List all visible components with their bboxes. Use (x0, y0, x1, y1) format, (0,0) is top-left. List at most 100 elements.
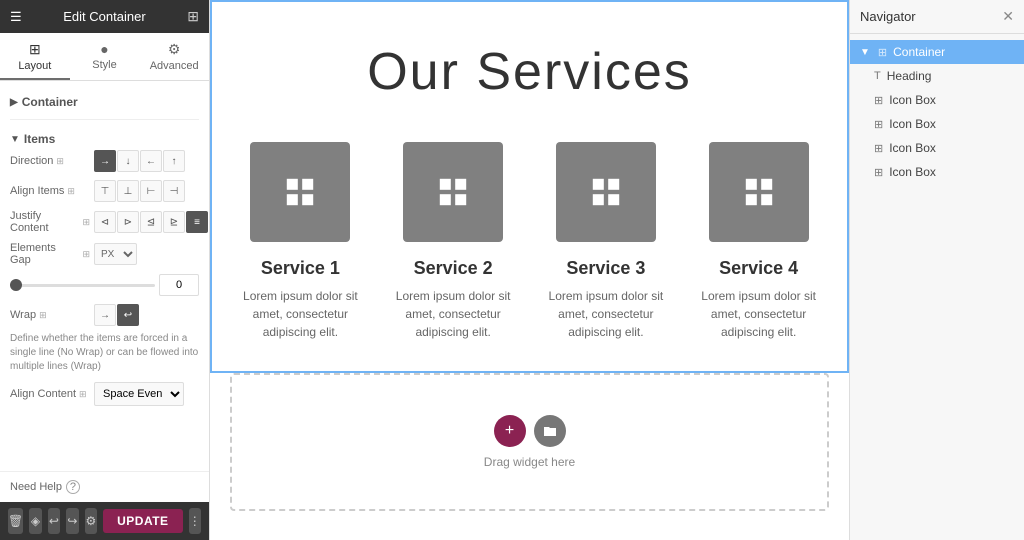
justify-space-evenly-btn[interactable]: ≡ (186, 211, 208, 233)
gap-slider[interactable] (10, 284, 155, 287)
navigator-title: Navigator (860, 9, 916, 24)
drop-zone-buttons: + (494, 415, 566, 447)
panel-title: Edit Container (63, 9, 145, 24)
service-icon-4 (737, 170, 781, 214)
direction-controls: → ↓ ← ↑ (94, 150, 185, 172)
need-help[interactable]: Need Help ? (0, 471, 209, 502)
service-desc-2: Lorem ipsum dolor sit amet, consectetur … (385, 287, 522, 341)
no-wrap-btn[interactable]: → (94, 304, 116, 326)
help-icon: ? (66, 480, 80, 494)
align-center-btn[interactable]: ⊥ (117, 180, 139, 202)
direction-right-btn[interactable]: → (94, 150, 116, 172)
service-icon-box-3 (556, 142, 656, 242)
drop-zone[interactable]: + Drag widget here (230, 373, 829, 511)
nav-item-iconbox-3[interactable]: ⊞ Icon Box (850, 136, 1024, 160)
grid-icon[interactable]: ⊞ (187, 8, 199, 25)
layout-icon: ⊞ (4, 41, 66, 58)
panel-tabs: ⊞ Layout ● Style ⚙ Advanced (0, 33, 209, 81)
update-btn[interactable]: UPDATE (103, 509, 182, 533)
browse-widget-btn[interactable] (534, 415, 566, 447)
style-icon: ● (74, 41, 136, 57)
justify-space-between-btn[interactable]: ⊵ (163, 211, 185, 233)
redo-btn[interactable]: ↪ (66, 508, 78, 534)
nav-iconbox3-icon: ⊞ (874, 142, 883, 155)
settings-btn[interactable]: ⚙ (85, 508, 97, 534)
gap-info: ⊞ (82, 249, 90, 260)
direction-info: ⊞ (56, 156, 64, 167)
justify-start-btn[interactable]: ⊲ (94, 211, 116, 233)
justify-center-btn[interactable]: ⊳ (117, 211, 139, 233)
undo-btn[interactable]: ↩ (48, 508, 60, 534)
justify-content-row: Justify Content ⊞ ⊲ ⊳ ⊴ ⊵ ≡ ⊶ (10, 210, 199, 234)
tab-advanced[interactable]: ⚙ Advanced (139, 33, 209, 80)
service-icon-1 (278, 170, 322, 214)
service-desc-3: Lorem ipsum dolor sit amet, consectetur … (538, 287, 675, 341)
nav-item-iconbox-4[interactable]: ⊞ Icon Box (850, 160, 1024, 184)
gap-unit-select[interactable]: PX % VW (94, 243, 137, 265)
align-info: ⊞ (67, 186, 75, 197)
wrap-btn[interactable]: ↩ (117, 304, 139, 326)
align-content-select[interactable]: Space Evenly Flex Start Flex End Center … (94, 382, 184, 406)
left-panel: ☰ Edit Container ⊞ ⊞ Layout ● Style ⚙ Ad… (0, 0, 210, 540)
service-item-3: Service 3 Lorem ipsum dolor sit amet, co… (538, 142, 675, 341)
wrap-row: Wrap ⊞ → ↩ (10, 304, 199, 326)
gap-slider-row (10, 274, 199, 296)
advanced-icon: ⚙ (143, 41, 205, 58)
direction-left-btn[interactable]: ← (140, 150, 162, 172)
services-section[interactable]: + ⊞ ✕ Our Services Service 1 (210, 0, 849, 373)
service-item-4: Service 4 Lorem ipsum dolor sit amet, co… (690, 142, 827, 341)
service-name-2: Service 2 (385, 258, 522, 279)
align-controls: ⊤ ⊥ ⊢ ⊣ (94, 180, 185, 202)
service-name-1: Service 1 (232, 258, 369, 279)
nav-container-icon: ⊞ (878, 46, 887, 59)
service-icon-2 (431, 170, 475, 214)
panel-header: ☰ Edit Container ⊞ (0, 0, 209, 33)
delete-btn[interactable]: 🗑 (8, 508, 23, 534)
align-end-btn[interactable]: ⊢ (140, 180, 162, 202)
folder-icon (543, 424, 557, 438)
direction-down-btn[interactable]: ↓ (117, 150, 139, 172)
gap-value-input[interactable] (159, 274, 199, 296)
nav-item-iconbox-1[interactable]: ⊞ Icon Box (850, 88, 1024, 112)
panel-footer: 🗑 ◈ ↩ ↪ ⚙ UPDATE ⋮ (0, 502, 209, 540)
tab-style[interactable]: ● Style (70, 33, 140, 80)
add-widget-btn[interactable]: + (494, 415, 526, 447)
services-grid: Service 1 Lorem ipsum dolor sit amet, co… (232, 142, 827, 341)
nav-container-arrow: ▼ (860, 47, 870, 58)
nav-item-iconbox-2[interactable]: ⊞ Icon Box (850, 112, 1024, 136)
tab-layout[interactable]: ⊞ Layout (0, 33, 70, 80)
justify-controls: ⊲ ⊳ ⊴ ⊵ ≡ ⊶ (94, 211, 209, 233)
service-icon-box-2 (403, 142, 503, 242)
direction-up-btn[interactable]: ↑ (163, 150, 185, 172)
duplicate-btn[interactable]: ◈ (29, 508, 41, 534)
align-stretch-btn[interactable]: ⊣ (163, 180, 185, 202)
wrap-hint-text: Define whether the items are forced in a… (10, 332, 199, 374)
service-icon-box-1 (250, 142, 350, 242)
wrap-info: ⊞ (39, 310, 47, 321)
align-start-btn[interactable]: ⊤ (94, 180, 116, 202)
justify-end-btn[interactable]: ⊴ (140, 211, 162, 233)
more-btn[interactable]: ⋮ (189, 508, 201, 534)
nav-iconbox2-icon: ⊞ (874, 118, 883, 131)
align-content-info: ⊞ (79, 389, 87, 400)
drop-zone-text: Drag widget here (484, 455, 575, 469)
items-section-title[interactable]: ▼ Items (10, 126, 199, 150)
nav-item-heading[interactable]: T Heading (850, 64, 1024, 88)
services-title: Our Services (232, 42, 827, 102)
navigator-header: Navigator ✕ (850, 0, 1024, 34)
service-item-2: Service 2 Lorem ipsum dolor sit amet, co… (385, 142, 522, 341)
justify-info: ⊞ (82, 217, 90, 228)
navigator-body: ▼ ⊞ Container T Heading ⊞ Icon Box ⊞ Ico… (850, 34, 1024, 190)
service-icon-box-4 (709, 142, 809, 242)
navigator-close-icon[interactable]: ✕ (1002, 8, 1014, 25)
service-item-1: Service 1 Lorem ipsum dolor sit amet, co… (232, 142, 369, 341)
service-icon-3 (584, 170, 628, 214)
nav-iconbox4-icon: ⊞ (874, 166, 883, 179)
container-arrow: ▶ (10, 97, 18, 108)
service-name-4: Service 4 (690, 258, 827, 279)
service-desc-4: Lorem ipsum dolor sit amet, consectetur … (690, 287, 827, 341)
container-section-title[interactable]: ▶ Container (10, 89, 199, 113)
nav-iconbox1-icon: ⊞ (874, 94, 883, 107)
nav-item-container[interactable]: ▼ ⊞ Container (850, 40, 1024, 64)
hamburger-icon[interactable]: ☰ (10, 9, 22, 25)
